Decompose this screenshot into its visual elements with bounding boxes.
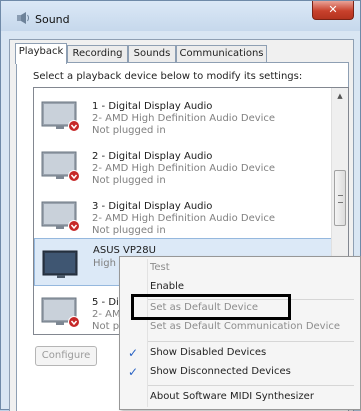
- window-title: Sound: [35, 13, 70, 26]
- tab-communications[interactable]: Communications: [176, 45, 267, 62]
- menu-item-label: Test: [150, 262, 170, 273]
- device-driver: 2- AM: [92, 309, 121, 320]
- device-name: 3 - Digital Display Audio: [92, 201, 213, 212]
- menu-item-show-disabled[interactable]: ✓ Show Disabled Devices: [120, 344, 360, 363]
- menu-separator: [148, 385, 354, 386]
- device-status: Not pl: [92, 321, 122, 332]
- monitor-icon: [41, 151, 80, 182]
- monitor-icon: [41, 101, 80, 132]
- annotation-highlight-box: [131, 294, 291, 320]
- device-item-2[interactable]: 2 - Digital Display Audio 2- AMD High De…: [34, 140, 332, 188]
- tab-label: Recording: [72, 48, 123, 59]
- device-name: 1 - Digital Display Audio: [92, 101, 213, 112]
- menu-item-label: Show Disabled Devices: [150, 347, 267, 358]
- speaker-icon: [17, 12, 29, 24]
- device-name: 2 - Digital Display Audio: [92, 151, 213, 162]
- configure-label: Configure: [41, 350, 91, 361]
- device-status: Not plugged in: [92, 175, 166, 186]
- device-item-3[interactable]: 3 - Digital Display Audio 2- AMD High De…: [34, 190, 332, 238]
- tab-label: Playback: [18, 46, 64, 57]
- close-icon: ✕: [328, 3, 338, 16]
- device-item-1[interactable]: 1 - Digital Display Audio 2- AMD High De…: [34, 90, 332, 138]
- grip-icon: [338, 195, 343, 203]
- close-button[interactable]: ✕: [312, 1, 354, 20]
- menu-item-label: About Software MIDI Synthesizer: [150, 391, 314, 402]
- menu-item-show-disconnected[interactable]: ✓ Show Disconnected Devices: [120, 363, 360, 382]
- menu-separator: [148, 341, 354, 342]
- tab-playback[interactable]: Playback: [15, 43, 67, 64]
- device-driver: 2- AMD High Definition Audio Device: [92, 113, 276, 124]
- device-name: ASUS VP28U: [93, 245, 156, 256]
- monitor-icon: [41, 201, 80, 232]
- device-driver: 2- AMD High Definition Audio Device: [92, 163, 276, 174]
- tab-label: Communications: [179, 48, 264, 59]
- menu-item-test[interactable]: Test: [120, 259, 360, 278]
- context-menu: Test Enable Set as Default Device Set as…: [119, 256, 361, 410]
- scroll-thumb[interactable]: [334, 170, 346, 226]
- tab-recording[interactable]: Recording: [67, 45, 128, 62]
- device-status: Not plugged in: [92, 125, 166, 136]
- tab-label: Sounds: [133, 48, 171, 59]
- device-status: Not plugged in: [92, 225, 166, 236]
- checkmark-icon: ✓: [128, 365, 139, 379]
- checkmark-icon: ✓: [128, 346, 139, 360]
- tab-sounds[interactable]: Sounds: [128, 45, 176, 62]
- menu-item-label: Enable: [150, 281, 185, 292]
- menu-item-label: Show Disconnected Devices: [150, 366, 291, 377]
- monitor-icon: [42, 250, 78, 278]
- monitor-icon: [41, 297, 80, 328]
- configure-button[interactable]: Configure: [35, 346, 97, 366]
- title-bar[interactable]: Sound ✕: [1, 1, 360, 31]
- scroll-up-icon[interactable]: ▲: [332, 88, 348, 104]
- menu-item-set-default-comm[interactable]: Set as Default Communication Device: [120, 318, 360, 337]
- instruction-text: Select a playback device below to modify…: [33, 71, 303, 82]
- menu-item-about-midi[interactable]: About Software MIDI Synthesizer: [120, 388, 360, 407]
- menu-item-label: Set as Default Communication Device: [150, 321, 341, 332]
- device-driver: 2- AMD High Definition Audio Device: [92, 213, 276, 224]
